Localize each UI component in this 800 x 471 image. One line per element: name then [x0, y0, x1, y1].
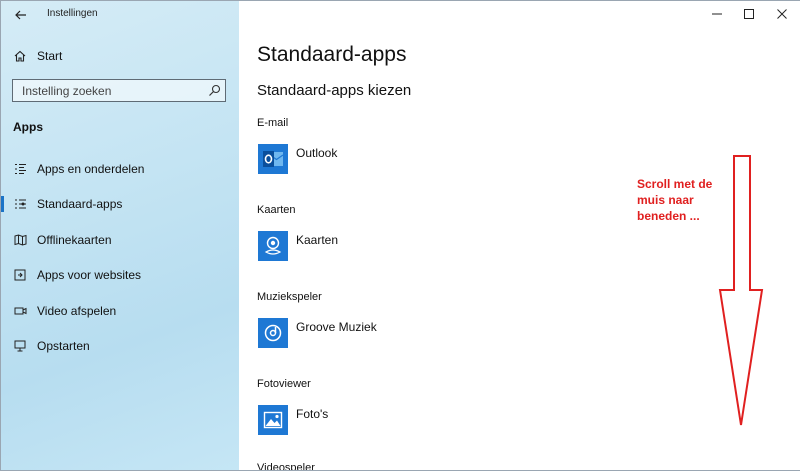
startup-icon	[13, 339, 27, 353]
minimize-icon	[712, 13, 722, 15]
sidebar-item-apps-features[interactable]: Apps en onderdelen	[1, 155, 239, 183]
maximize-button[interactable]	[734, 5, 764, 23]
outlook-icon	[258, 144, 288, 174]
home-icon	[13, 49, 27, 63]
sidebar-item-label: Apps en onderdelen	[37, 162, 145, 176]
minimize-button[interactable]	[702, 5, 732, 23]
app-name: Outlook	[296, 146, 338, 160]
sidebar-item-default-apps[interactable]: Standaard-apps	[1, 190, 239, 218]
search-input[interactable]	[13, 80, 212, 101]
sidebar-item-video-playback[interactable]: Video afspelen	[1, 297, 239, 325]
sidebar-item-label: Standaard-apps	[37, 197, 123, 211]
back-button[interactable]	[9, 5, 33, 25]
sidebar: Instellingen Start Apps Apps en onderdel…	[1, 1, 239, 470]
sidebar-item-home[interactable]: Start	[1, 42, 239, 70]
window-title: Instellingen	[47, 8, 98, 19]
search-icon	[209, 84, 221, 96]
sidebar-item-label: Apps voor websites	[37, 268, 142, 282]
app-name: Groove Muziek	[296, 320, 377, 334]
photos-icon	[258, 405, 288, 435]
sidebar-item-label: Start	[37, 49, 63, 63]
search-field[interactable]	[12, 79, 226, 102]
app-name: Kaarten	[296, 233, 339, 247]
back-arrow-icon	[15, 10, 26, 20]
sidebar-item-label: Opstarten	[37, 339, 90, 353]
sidebar-item-label: Offlinekaarten	[37, 233, 112, 247]
close-icon	[777, 9, 787, 19]
section-header: Apps	[13, 120, 43, 134]
app-name: Foto's	[296, 407, 329, 421]
settings-window: Instellingen Start Apps Apps en onderdel…	[0, 0, 800, 471]
page-title: Standaard-apps	[257, 43, 407, 66]
list-icon	[13, 162, 27, 176]
default-apps-icon	[13, 197, 27, 211]
scroll-down-arrow-icon	[718, 155, 764, 426]
maximize-icon	[744, 9, 754, 19]
category-label-email: E-mail	[257, 117, 289, 129]
sidebar-item-label: Video afspelen	[37, 304, 117, 318]
category-label-photo-viewer: Fotoviewer	[257, 378, 311, 390]
category-label-maps: Kaarten	[257, 204, 296, 216]
map-icon	[13, 233, 27, 247]
sidebar-item-offline-maps[interactable]: Offlinekaarten	[1, 226, 239, 254]
groove-music-icon	[258, 318, 288, 348]
sidebar-item-startup[interactable]: Opstarten	[1, 332, 239, 360]
section-subtitle: Standaard-apps kiezen	[257, 82, 412, 99]
web-apps-icon	[13, 268, 27, 282]
sidebar-item-apps-for-websites[interactable]: Apps voor websites	[1, 261, 239, 289]
video-icon	[13, 304, 27, 318]
close-button[interactable]	[767, 5, 797, 23]
maps-app-icon	[258, 231, 288, 261]
category-label-music-player: Muziekspeler	[257, 291, 322, 303]
